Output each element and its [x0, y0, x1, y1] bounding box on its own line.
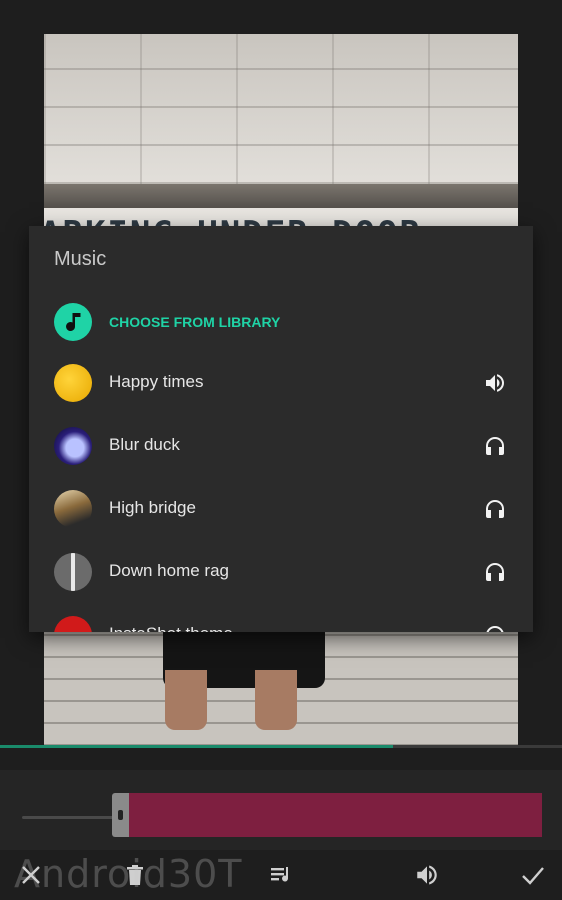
choose-from-library-button[interactable]: CHOOSE FROM LIBRARY: [29, 291, 533, 354]
clip-trim-handle[interactable]: [112, 793, 129, 837]
track-name: Down home rag: [109, 561, 230, 580]
track-row[interactable]: Down home rag: [29, 541, 533, 604]
track-thumbnail: [54, 364, 92, 402]
track-thumbnail: [54, 490, 92, 528]
track-row[interactable]: Blur duck: [29, 415, 533, 478]
playback-progress-fill: [0, 745, 394, 748]
track-name: Happy times: [109, 372, 204, 391]
track-thumbnail: [54, 427, 92, 465]
track-row[interactable]: InstaShot theme: [29, 604, 533, 632]
volume-icon[interactable]: [483, 371, 507, 395]
track-row[interactable]: Happy times: [29, 352, 533, 415]
track-name: InstaShot theme: [109, 624, 233, 632]
music-dialog: Music CHOOSE FROM LIBRARY Happy times Bl…: [29, 226, 533, 632]
headphones-icon[interactable]: [483, 434, 507, 458]
track-row[interactable]: High bridge: [29, 478, 533, 541]
headphones-icon[interactable]: [483, 623, 507, 632]
track-name: High bridge: [109, 498, 196, 517]
trash-icon[interactable]: [122, 862, 148, 888]
timeline-track: [22, 816, 114, 819]
track-thumbnail: [54, 553, 92, 591]
choose-from-library-label: CHOOSE FROM LIBRARY: [109, 314, 281, 330]
timeline: [0, 770, 562, 850]
music-note-icon: [54, 303, 92, 341]
dialog-title: Music: [54, 248, 107, 270]
headphones-icon[interactable]: [483, 497, 507, 521]
close-icon[interactable]: [18, 862, 44, 888]
person-leg-left: [165, 670, 207, 730]
volume-icon[interactable]: [414, 862, 440, 888]
track-thumbnail: [54, 616, 92, 632]
headphones-icon[interactable]: [483, 560, 507, 584]
playlist-icon[interactable]: [268, 862, 294, 888]
brick-wall: [44, 34, 518, 184]
person-leg-right: [255, 670, 297, 730]
playback-progress[interactable]: [0, 745, 562, 748]
check-icon[interactable]: [520, 862, 546, 888]
music-clip[interactable]: [129, 793, 542, 837]
track-name: Blur duck: [109, 435, 180, 454]
bottom-toolbar: [0, 850, 562, 900]
